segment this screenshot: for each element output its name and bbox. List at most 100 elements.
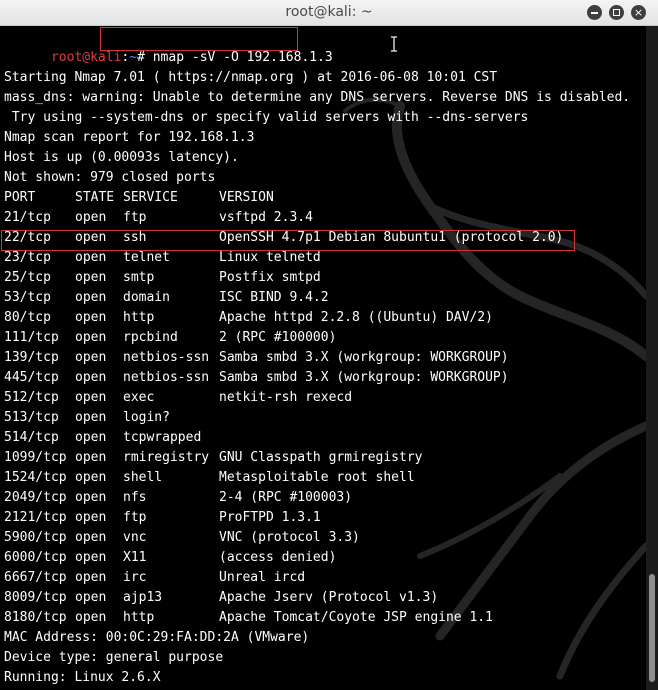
version-cell: GNU Classpath grmiregistry — [219, 450, 423, 465]
port-cell: 80/tcp — [4, 310, 51, 325]
port-cell: 5900/tcp — [4, 530, 67, 545]
service-cell: exec — [123, 390, 155, 405]
port-cell: 25/tcp — [4, 270, 51, 285]
port-cell: 2121/tcp — [4, 510, 67, 525]
state-cell: open — [75, 510, 107, 525]
port-cell: 1099/tcp — [4, 450, 67, 465]
version-cell: vsftpd 2.3.4 — [219, 210, 313, 225]
header-version: VERSION — [219, 190, 274, 205]
state-cell: open — [75, 290, 107, 305]
service-cell: login? — [123, 410, 170, 425]
command-text: nmap -sV -O 192.168.1.3 — [152, 50, 333, 65]
port-cell: 21/tcp — [4, 210, 51, 225]
state-cell: open — [75, 570, 107, 585]
service-cell: http — [123, 610, 155, 625]
service-cell: ftp — [123, 510, 147, 525]
service-cell: netbios-ssn — [123, 350, 210, 365]
prompt-user-host: root@kali — [50, 50, 122, 65]
maximize-button[interactable] — [609, 5, 624, 20]
version-cell: Apache Tomcat/Coyote JSP engine 1.1 — [219, 610, 493, 625]
port-cell: 6000/tcp — [4, 550, 67, 565]
state-cell: open — [75, 470, 107, 485]
state-cell: open — [75, 330, 107, 345]
state-cell: open — [75, 350, 107, 365]
version-cell: Unreal ircd — [219, 570, 306, 585]
window-title: root@kali: ~ — [285, 4, 373, 20]
service-cell: shell — [123, 470, 163, 485]
output-warning: mass_dns: warning: Unable to determine a… — [4, 90, 631, 105]
close-icon: × — [633, 6, 644, 19]
service-cell: tcpwrapped — [123, 430, 202, 445]
port-cell: 513/tcp — [4, 410, 59, 425]
state-cell: open — [75, 490, 107, 505]
scrollbar-thumb[interactable] — [649, 574, 655, 682]
port-cell: 23/tcp — [4, 250, 51, 265]
version-cell: (access denied) — [219, 550, 337, 565]
ports-table-header: PORT STATE SERVICE VERSION — [4, 188, 274, 208]
title-bar[interactable]: root@kali: ~ × — [0, 0, 658, 26]
service-cell: rpcbind — [123, 330, 178, 345]
version-cell: Samba smbd 3.X (workgroup: WORKGROUP) — [219, 350, 509, 365]
version-cell: Samba smbd 3.X (workgroup: WORKGROUP) — [219, 370, 509, 385]
output-starting: Starting Nmap 7.01 ( https://nmap.org ) … — [4, 70, 498, 85]
terminal-output-area[interactable]: root@kali:~# nmap -sV -O 192.168.1.3 Sta… — [0, 26, 646, 690]
version-cell: 2-4 (RPC #100003) — [219, 490, 353, 505]
command-highlight-box — [100, 27, 298, 51]
version-cell: Postfix smtpd — [219, 270, 321, 285]
minimize-icon — [591, 12, 598, 14]
port-cell: 111/tcp — [4, 330, 59, 345]
version-cell: Linux telnetd — [219, 250, 321, 265]
service-cell: rmiregistry — [123, 450, 210, 465]
version-cell: VNC (protocol 3.3) — [219, 530, 360, 545]
version-cell: Apache Jserv (Protocol v1.3) — [219, 590, 439, 605]
state-cell: open — [75, 210, 107, 225]
service-cell: vnc — [123, 530, 147, 545]
output-not-shown: Not shown: 979 closed ports — [4, 170, 216, 185]
vertical-scrollbar[interactable] — [646, 26, 658, 690]
output-report: Nmap scan report for 192.168.1.3 — [4, 130, 255, 145]
service-cell: netbios-ssn — [123, 370, 210, 385]
service-cell: http — [123, 310, 155, 325]
output-device-type: Device type: general purpose — [4, 650, 224, 665]
port-cell: 8180/tcp — [4, 610, 67, 625]
service-cell: domain — [123, 290, 170, 305]
version-cell: Metasploitable root shell — [219, 470, 415, 485]
prompt-symbol: # — [137, 50, 145, 65]
service-cell: telnet — [123, 250, 170, 265]
state-cell: open — [75, 250, 107, 265]
maximize-icon — [613, 9, 620, 16]
header-state: STATE — [75, 190, 115, 205]
state-cell: open — [75, 530, 107, 545]
service-cell: irc — [123, 570, 147, 585]
version-cell: ISC BIND 9.4.2 — [219, 290, 329, 305]
header-service: SERVICE — [123, 190, 178, 205]
output-warning-hint: Try using --system-dns or specify valid … — [4, 110, 529, 125]
close-button[interactable]: × — [631, 5, 646, 20]
prompt-path: ~ — [129, 50, 138, 65]
port-cell: 8009/tcp — [4, 590, 67, 605]
state-cell: open — [75, 550, 107, 565]
text-cursor-icon — [391, 36, 397, 52]
state-cell: open — [75, 610, 107, 625]
minimize-button[interactable] — [587, 5, 602, 20]
output-host-up: Host is up (0.00093s latency). — [4, 150, 239, 165]
service-cell: smtp — [123, 270, 155, 285]
header-port: PORT — [4, 190, 36, 205]
service-cell: nfs — [123, 490, 147, 505]
version-cell: 2 (RPC #100000) — [219, 330, 337, 345]
port-cell: 53/tcp — [4, 290, 51, 305]
state-cell: open — [75, 430, 107, 445]
port-cell: 6667/tcp — [4, 570, 67, 585]
port-cell: 514/tcp — [4, 430, 59, 445]
state-cell: open — [75, 370, 107, 385]
ssh-row-highlight-box — [1, 230, 575, 251]
output-mac-address: MAC Address: 00:0C:29:FA:DD:2A (VMware) — [4, 630, 310, 645]
service-cell: X11 — [123, 550, 147, 565]
service-cell: ftp — [123, 210, 147, 225]
version-cell: ProFTPD 1.3.1 — [219, 510, 321, 525]
state-cell: open — [75, 310, 107, 325]
output-running: Running: Linux 2.6.X — [4, 670, 161, 685]
port-cell: 512/tcp — [4, 390, 59, 405]
terminal-window: root@kali: ~ × root@kali:~# nmap -sV -O … — [0, 0, 658, 690]
state-cell: open — [75, 410, 107, 425]
